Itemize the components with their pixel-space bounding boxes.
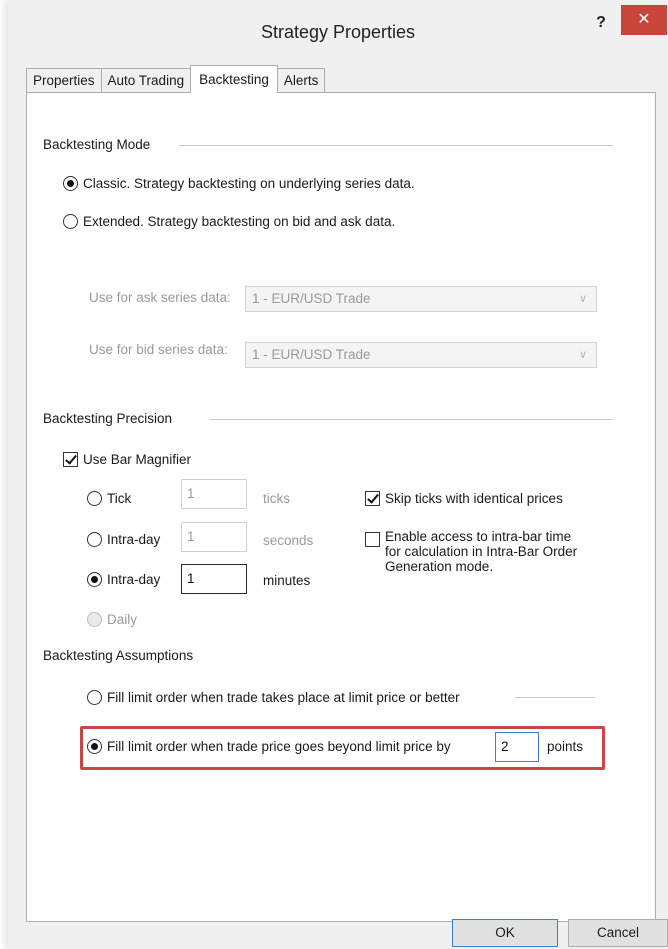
- fill-at-limit-radio[interactable]: [87, 689, 102, 705]
- intraday-seconds-radio[interactable]: [87, 531, 102, 547]
- bar-magnifier-checkbox[interactable]: [63, 451, 78, 467]
- extended-mode-option[interactable]: Extended. Strategy backtesting on bid an…: [63, 213, 395, 229]
- extended-mode-radio[interactable]: [63, 213, 78, 229]
- close-button[interactable]: ✕: [621, 5, 667, 35]
- intraday-minutes-input[interactable]: 1: [181, 564, 247, 594]
- section-divider: [515, 697, 595, 698]
- chevron-down-icon: ∨: [578, 293, 587, 305]
- backtesting-panel: Backtesting Mode Classic. Strategy backt…: [26, 92, 656, 922]
- ask-series-value: 1 - EUR/USD Trade: [252, 291, 371, 306]
- skip-ticks-checkbox[interactable]: [365, 490, 380, 506]
- backtesting-mode-heading: Backtesting Mode: [43, 137, 151, 152]
- button-bar: OK Cancel: [8, 919, 668, 949]
- classic-mode-label: Classic. Strategy backtesting on underly…: [83, 175, 415, 191]
- fill-at-limit-label: Fill limit order when trade takes place …: [107, 689, 460, 705]
- intrabar-time-option[interactable]: [365, 531, 380, 547]
- help-button[interactable]: ?: [593, 12, 609, 34]
- backtesting-assumptions-heading: Backtesting Assumptions: [43, 648, 194, 663]
- classic-mode-option[interactable]: Classic. Strategy backtesting on underly…: [63, 175, 415, 191]
- bar-magnifier-option[interactable]: Use Bar Magnifier: [63, 451, 191, 467]
- intraday-minutes-radio[interactable]: [87, 571, 102, 587]
- intrabar-time-line1: Enable access to intra-bar time: [385, 529, 572, 544]
- fill-at-limit-option[interactable]: Fill limit order when trade takes place …: [87, 689, 460, 705]
- intrabar-time-checkbox[interactable]: [365, 531, 380, 547]
- daily-label: Daily: [107, 611, 138, 627]
- daily-option: Daily: [87, 611, 137, 627]
- intraday-minutes-option[interactable]: Intra-day: [87, 571, 160, 587]
- tick-radio[interactable]: [87, 490, 102, 506]
- skip-ticks-option[interactable]: Skip ticks with identical prices: [365, 490, 563, 506]
- bid-series-label: Use for bid series data:: [89, 342, 228, 357]
- highlight-box: [80, 726, 605, 770]
- intrabar-time-line2: for calculation in Intra-Bar Order: [385, 544, 578, 559]
- intrabar-time-line3: Generation mode.: [385, 559, 494, 574]
- intraday-minutes-label: Intra-day: [107, 571, 161, 587]
- title-bar: Strategy Properties ? ✕: [8, 0, 668, 66]
- tab-auto-trading[interactable]: Auto Trading: [100, 68, 192, 93]
- intraday-seconds-unit: seconds: [263, 533, 314, 548]
- strategy-properties-dialog: Strategy Properties ? ✕ Properties Auto …: [8, 0, 668, 949]
- section-divider: [179, 145, 613, 146]
- tab-alerts[interactable]: Alerts: [276, 68, 326, 93]
- tick-option[interactable]: Tick: [87, 490, 131, 506]
- section-divider: [210, 419, 613, 420]
- ok-button[interactable]: OK: [452, 919, 558, 947]
- tab-backtesting[interactable]: Backtesting: [190, 65, 278, 93]
- intraday-minutes-unit: minutes: [263, 573, 311, 588]
- tick-count-input[interactable]: 1: [181, 479, 247, 509]
- intraday-seconds-option[interactable]: Intra-day: [87, 531, 160, 547]
- intraday-seconds-input[interactable]: 1: [181, 522, 247, 552]
- tab-properties[interactable]: Properties: [26, 68, 102, 93]
- ask-series-select[interactable]: 1 - EUR/USD Trade ∨: [245, 286, 597, 312]
- intraday-seconds-label: Intra-day: [107, 531, 161, 547]
- chevron-down-icon: ∨: [578, 349, 587, 361]
- daily-radio: [87, 611, 102, 627]
- classic-mode-radio[interactable]: [63, 175, 78, 191]
- tick-unit-label: ticks: [263, 491, 290, 506]
- intrabar-time-label: Enable access to intra-bar time for calc…: [385, 529, 577, 574]
- extended-mode-label: Extended. Strategy backtesting on bid an…: [83, 213, 396, 229]
- cancel-button[interactable]: Cancel: [568, 919, 668, 947]
- tab-strip: Properties Auto Trading Backtesting Aler…: [26, 65, 326, 93]
- bid-series-select[interactable]: 1 - EUR/USD Trade ∨: [245, 342, 597, 368]
- tick-label: Tick: [107, 490, 132, 506]
- backtesting-precision-heading: Backtesting Precision: [43, 411, 173, 426]
- dialog-title: Strategy Properties: [260, 22, 416, 42]
- skip-ticks-label: Skip ticks with identical prices: [385, 490, 563, 506]
- close-icon: ✕: [637, 11, 651, 28]
- bid-series-value: 1 - EUR/USD Trade: [252, 347, 371, 362]
- bar-magnifier-label: Use Bar Magnifier: [83, 451, 192, 467]
- ask-series-label: Use for ask series data:: [89, 290, 231, 305]
